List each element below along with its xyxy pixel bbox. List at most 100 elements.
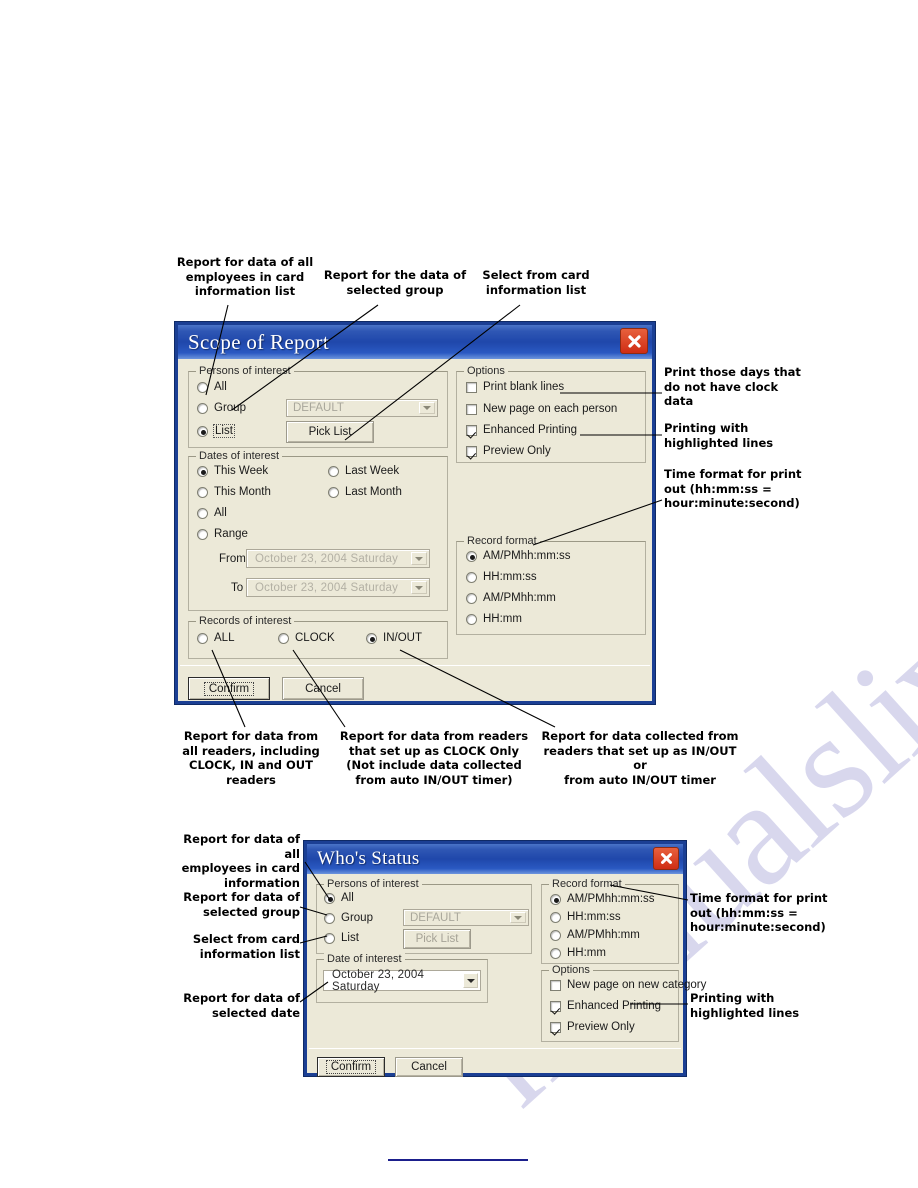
radio-indicator <box>197 486 208 498</box>
radio-persons-list[interactable]: List <box>324 932 359 944</box>
confirm-button-label: Confirm <box>203 681 255 696</box>
checkbox-print-blank-lines[interactable]: Print blank lines <box>466 381 564 393</box>
pick-list-button-label: Pick List <box>415 933 459 945</box>
radio-indicator <box>197 402 208 414</box>
radio-records-in-out[interactable]: IN/OUT <box>366 632 422 644</box>
scope-of-report-dialog: Scope of Report Persons of interest All … <box>175 322 655 704</box>
date-value: October 23, 2004 Saturday <box>332 968 425 993</box>
radio-dates-this-month[interactable]: This Month <box>197 486 271 498</box>
radio-format-hhmmss[interactable]: HH:mm:ss <box>466 571 537 583</box>
radio-label: This Week <box>214 465 269 477</box>
checkbox-label: Enhanced Printing <box>567 1000 661 1012</box>
annotation-all-employees: Report for data of all employees in card i… <box>176 255 314 298</box>
pick-list-button[interactable]: Pick List <box>403 929 471 949</box>
radio-records-all[interactable]: ALL <box>197 632 234 644</box>
titlebar: Scope of Report <box>178 325 652 359</box>
from-date-field[interactable]: October 23, 2004 Saturday <box>246 549 430 568</box>
group-legend: Date of interest <box>324 953 405 965</box>
group-select[interactable]: DEFAULT <box>403 909 529 926</box>
checkbox-enhanced-printing[interactable]: Enhanced Printing <box>550 1000 661 1012</box>
cancel-button[interactable]: Cancel <box>395 1057 463 1077</box>
close-icon[interactable] <box>653 847 679 870</box>
radio-label: AM/PMhh:mm:ss <box>483 550 571 562</box>
radio-persons-all[interactable]: All <box>197 381 227 393</box>
titlebar: Who's Status <box>307 844 683 874</box>
date-field[interactable]: October 23, 2004 Saturday <box>323 968 481 993</box>
checkbox-indicator <box>466 424 477 436</box>
radio-indicator <box>328 465 339 477</box>
from-date-value: October 23, 2004 Saturday <box>255 552 399 565</box>
radio-persons-all[interactable]: All <box>324 892 354 904</box>
radio-label: Last Week <box>345 465 400 477</box>
radio-format-ampm-hhmm[interactable]: AM/PMhh:mm <box>550 929 640 941</box>
pick-list-button-label: Pick List <box>308 426 352 438</box>
annotation-d2-selected-group: Report for data of selected group <box>183 890 300 919</box>
radio-dates-range[interactable]: Range <box>197 528 248 540</box>
annotation-card-information-list: Select from card information list <box>482 268 590 297</box>
radio-indicator <box>328 486 339 498</box>
radio-records-clock[interactable]: CLOCK <box>278 632 335 644</box>
close-icon[interactable] <box>620 328 648 354</box>
radio-label: AM/PMhh:mm:ss <box>567 893 655 905</box>
checkbox-label: Enhanced Printing <box>483 424 577 436</box>
annotation-d2-highlighted-lines: Printing with highlighted lines <box>690 991 800 1020</box>
radio-label: All <box>214 507 227 519</box>
group-legend: Records of interest <box>196 615 295 627</box>
page-title: Scope of Report <box>188 329 329 354</box>
annotation-all-readers: Report for data from all readers, includi… <box>182 729 320 787</box>
chevron-down-icon <box>463 973 478 988</box>
checkbox-indicator <box>466 445 477 457</box>
annotation-d2-time-format: Time format for print out (hh:mm:ss = hour… <box>690 891 828 934</box>
radio-label: All <box>341 892 354 904</box>
radio-dates-all[interactable]: All <box>197 507 227 519</box>
divider <box>180 665 650 666</box>
to-date-field[interactable]: October 23, 2004 Saturday <box>246 578 430 597</box>
radio-format-ampm-hhmm[interactable]: AM/PMhh:mm <box>466 592 556 604</box>
group-legend: Record format <box>464 535 540 547</box>
checkbox-preview-only[interactable]: Preview Only <box>466 445 551 457</box>
chevron-down-icon <box>411 581 427 594</box>
radio-format-hhmm[interactable]: HH:mm <box>550 947 606 959</box>
group-select[interactable]: DEFAULT <box>286 399 438 417</box>
radio-label: HH:mm <box>567 947 606 959</box>
radio-label: List <box>341 932 359 944</box>
radio-label: List <box>213 424 235 438</box>
radio-label: IN/OUT <box>383 632 422 644</box>
divider <box>309 1048 681 1049</box>
group-legend: Persons of interest <box>196 365 294 377</box>
radio-persons-group[interactable]: Group <box>197 402 246 414</box>
checkbox-preview-only[interactable]: Preview Only <box>550 1021 635 1033</box>
radio-label: Last Month <box>345 486 402 498</box>
checkbox-new-page-new-category[interactable]: New page on new category <box>550 979 706 991</box>
annotation-time-format: Time format for print out (hh:mm:ss = hour… <box>664 467 802 510</box>
pick-list-button[interactable]: Pick List <box>286 421 374 443</box>
confirm-button[interactable]: Confirm <box>188 677 270 700</box>
radio-label: Range <box>214 528 248 540</box>
annotation-in-out-readers: Report for data collected from readers th… <box>541 729 739 787</box>
checkbox-indicator <box>550 979 561 991</box>
radio-indicator <box>197 425 208 437</box>
radio-format-hhmm[interactable]: HH:mm <box>466 613 522 625</box>
checkbox-label: Preview Only <box>483 445 551 457</box>
radio-indicator <box>278 632 289 644</box>
group-legend: Dates of interest <box>196 450 283 462</box>
radio-dates-this-week[interactable]: This Week <box>197 465 268 477</box>
checkbox-enhanced-printing[interactable]: Enhanced Printing <box>466 424 577 436</box>
confirm-button[interactable]: Confirm <box>317 1057 385 1077</box>
radio-format-ampm-hhmmss[interactable]: AM/PMhh:mm:ss <box>550 893 655 905</box>
page-title: Who's Status <box>317 848 420 869</box>
checkbox-new-page-each-person[interactable]: New page on each person <box>466 403 617 415</box>
annotation-d2-card-information-list: Select from card information list <box>192 932 300 961</box>
radio-format-ampm-hhmmss[interactable]: AM/PMhh:mm:ss <box>466 550 571 562</box>
radio-dates-last-month[interactable]: Last Month <box>328 486 402 498</box>
checkbox-label: Preview Only <box>567 1021 635 1033</box>
radio-label: AM/PMhh:mm <box>483 592 556 604</box>
from-label: From <box>219 553 246 565</box>
cancel-button-label: Cancel <box>411 1061 447 1073</box>
radio-dates-last-week[interactable]: Last Week <box>328 465 399 477</box>
radio-persons-group[interactable]: Group <box>324 912 373 924</box>
radio-format-hhmmss[interactable]: HH:mm:ss <box>550 911 621 923</box>
annotation-highlighted-lines: Printing with highlighted lines <box>664 421 774 450</box>
cancel-button[interactable]: Cancel <box>282 677 364 700</box>
radio-persons-list[interactable]: List <box>197 424 235 438</box>
